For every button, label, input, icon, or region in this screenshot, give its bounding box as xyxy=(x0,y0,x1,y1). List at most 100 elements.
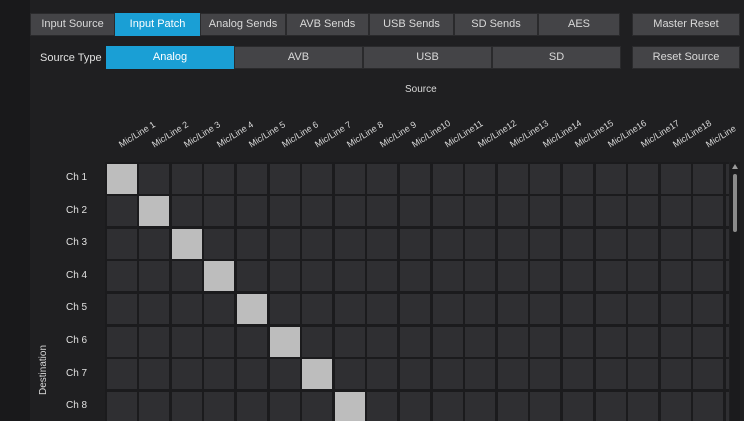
patch-cell[interactable] xyxy=(236,359,267,390)
patch-cell[interactable] xyxy=(139,359,170,390)
patch-cell[interactable] xyxy=(139,261,170,292)
source-type-analog[interactable]: Analog xyxy=(106,46,234,69)
patch-cell[interactable] xyxy=(693,163,724,194)
patch-cell[interactable] xyxy=(595,163,626,194)
patch-cell[interactable] xyxy=(399,326,430,357)
patch-cell[interactable] xyxy=(595,261,626,292)
patch-cell[interactable] xyxy=(660,261,691,292)
patch-cell[interactable] xyxy=(660,391,691,421)
patch-cell[interactable] xyxy=(367,196,398,227)
patch-cell[interactable] xyxy=(725,293,729,324)
patch-cell[interactable] xyxy=(399,163,430,194)
patch-cell[interactable] xyxy=(530,196,561,227)
patch-cell[interactable] xyxy=(465,228,496,259)
patch-cell[interactable] xyxy=(269,228,300,259)
patch-cell[interactable] xyxy=(660,228,691,259)
patch-cell[interactable] xyxy=(530,391,561,421)
patch-cell[interactable] xyxy=(106,261,137,292)
patch-cell[interactable] xyxy=(269,261,300,292)
tab-avb-sends[interactable]: AVB Sends xyxy=(286,13,369,36)
scroll-up-arrow-icon[interactable] xyxy=(732,164,738,169)
patch-cell[interactable] xyxy=(628,196,659,227)
patch-cell[interactable] xyxy=(139,391,170,421)
patch-cell[interactable] xyxy=(269,293,300,324)
patch-cell[interactable] xyxy=(302,326,333,357)
patch-cell[interactable] xyxy=(628,163,659,194)
patch-cell[interactable] xyxy=(562,228,593,259)
patch-cell[interactable] xyxy=(432,261,463,292)
patch-cell[interactable] xyxy=(269,196,300,227)
source-type-sd[interactable]: SD xyxy=(492,46,621,69)
patch-cell-on[interactable] xyxy=(204,261,235,292)
patch-cell[interactable] xyxy=(432,359,463,390)
patch-cell-on[interactable] xyxy=(269,326,300,357)
patch-cell[interactable] xyxy=(660,326,691,357)
patch-cell[interactable] xyxy=(725,359,729,390)
patch-cell[interactable] xyxy=(399,293,430,324)
patch-cell[interactable] xyxy=(367,261,398,292)
patch-cell[interactable] xyxy=(204,163,235,194)
patch-cell[interactable] xyxy=(595,196,626,227)
patch-cell[interactable] xyxy=(660,163,691,194)
patch-cell[interactable] xyxy=(693,326,724,357)
patch-cell[interactable] xyxy=(399,228,430,259)
patch-cell[interactable] xyxy=(465,163,496,194)
patch-cell[interactable] xyxy=(334,196,365,227)
patch-cell[interactable] xyxy=(367,228,398,259)
patch-cell[interactable] xyxy=(139,326,170,357)
patch-cell[interactable] xyxy=(725,261,729,292)
patch-cell[interactable] xyxy=(693,359,724,390)
patch-cell[interactable] xyxy=(660,359,691,390)
patch-cell[interactable] xyxy=(432,391,463,421)
patch-cell[interactable] xyxy=(106,228,137,259)
tab-input-patch[interactable]: Input Patch xyxy=(115,13,200,36)
patch-cell[interactable] xyxy=(171,391,202,421)
patch-cell[interactable] xyxy=(171,359,202,390)
patch-cell[interactable] xyxy=(139,163,170,194)
patch-cell[interactable] xyxy=(106,391,137,421)
patch-cell[interactable] xyxy=(693,391,724,421)
patch-cell[interactable] xyxy=(628,228,659,259)
patch-cell[interactable] xyxy=(628,261,659,292)
patch-cell[interactable] xyxy=(595,228,626,259)
patch-cell[interactable] xyxy=(236,228,267,259)
patch-cell[interactable] xyxy=(465,391,496,421)
tab-analog-sends[interactable]: Analog Sends xyxy=(200,13,286,36)
patch-cell[interactable] xyxy=(432,293,463,324)
patch-cell[interactable] xyxy=(204,196,235,227)
patch-cell[interactable] xyxy=(530,326,561,357)
patch-cell[interactable] xyxy=(693,261,724,292)
patch-cell[interactable] xyxy=(334,326,365,357)
patch-cell[interactable] xyxy=(204,228,235,259)
patch-cell[interactable] xyxy=(171,261,202,292)
patch-cell[interactable] xyxy=(139,228,170,259)
patch-cell[interactable] xyxy=(497,326,528,357)
patch-cell[interactable] xyxy=(171,293,202,324)
patch-cell[interactable] xyxy=(432,196,463,227)
patch-cell[interactable] xyxy=(204,359,235,390)
patch-cell[interactable] xyxy=(693,293,724,324)
patch-cell[interactable] xyxy=(465,293,496,324)
patch-cell[interactable] xyxy=(465,326,496,357)
patch-cell[interactable] xyxy=(660,293,691,324)
patch-cell[interactable] xyxy=(236,261,267,292)
patch-cell[interactable] xyxy=(562,261,593,292)
patch-cell[interactable] xyxy=(399,196,430,227)
patch-cell[interactable] xyxy=(236,391,267,421)
patch-cell[interactable] xyxy=(432,326,463,357)
patch-cell[interactable] xyxy=(367,293,398,324)
patch-cell-on[interactable] xyxy=(171,228,202,259)
patch-cell[interactable] xyxy=(562,359,593,390)
patch-cell[interactable] xyxy=(106,359,137,390)
patch-cell[interactable] xyxy=(269,391,300,421)
patch-cell[interactable] xyxy=(204,326,235,357)
patch-cell[interactable] xyxy=(399,359,430,390)
scrollbar-thumb[interactable] xyxy=(733,174,737,232)
patch-cell[interactable] xyxy=(595,293,626,324)
patch-cell[interactable] xyxy=(302,261,333,292)
patch-cell[interactable] xyxy=(334,228,365,259)
patch-cell[interactable] xyxy=(693,228,724,259)
patch-cell[interactable] xyxy=(367,163,398,194)
patch-cell[interactable] xyxy=(628,359,659,390)
patch-cell[interactable] xyxy=(530,163,561,194)
